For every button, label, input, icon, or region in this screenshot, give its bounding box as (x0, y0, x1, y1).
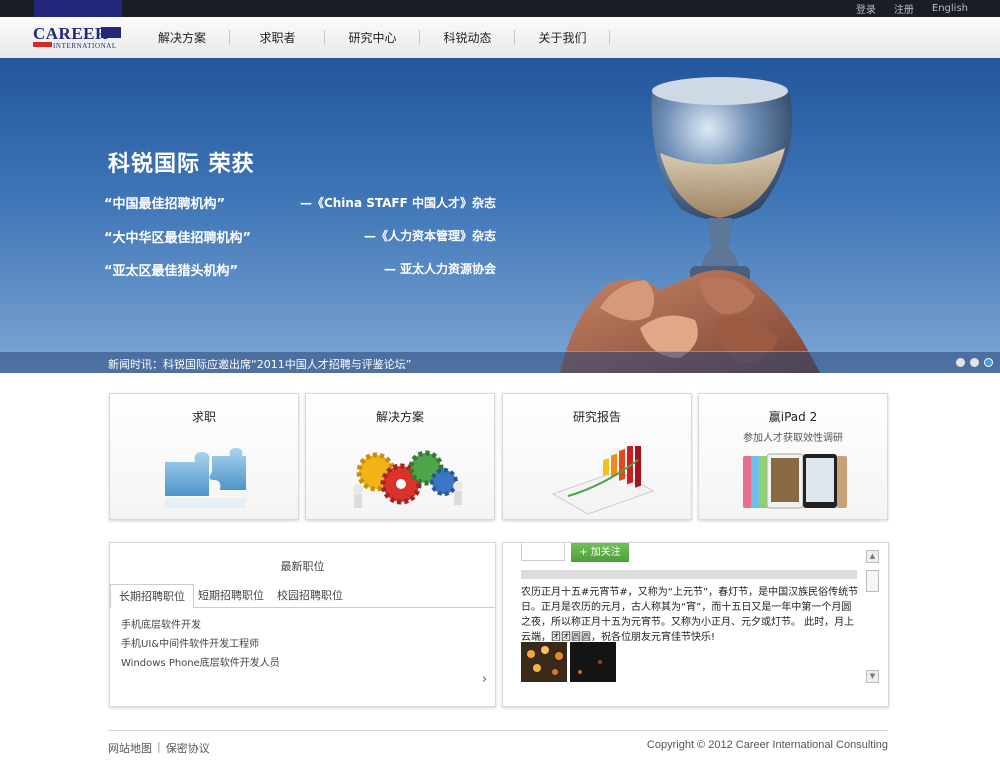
trophy-hands-illustration (560, 77, 820, 373)
gears-icon (353, 450, 463, 508)
nav-item-solutions[interactable]: 解决方案 (134, 17, 230, 58)
job-list-item[interactable]: 手机UI&中间件软件开发工程师 (121, 635, 280, 654)
card-title: 赢iPad 2 (768, 410, 818, 424)
nav-item-about[interactable]: 关于我们 (515, 17, 610, 58)
top-links: 登录 注册 English (856, 0, 968, 17)
award-1: “中国最佳招聘机构” (104, 197, 226, 212)
nav-item-research[interactable]: 研究中心 (325, 17, 420, 58)
scroll-up-icon[interactable]: ▲ (866, 550, 879, 563)
hero-banner[interactable]: 科锐国际 荣获 “中国最佳招聘机构” —《China STAFF 中国人才》杂志… (0, 58, 1000, 373)
slide-indicators (956, 358, 993, 367)
tab-campus[interactable]: 校园招聘职位 (269, 584, 351, 607)
bar-chart-icon (551, 446, 655, 515)
hero-headline: 科锐国际 荣获 (108, 152, 255, 177)
feed-divider (521, 570, 857, 579)
card-subtitle: 参加人才获取效性调研 (743, 433, 843, 444)
lantern-photo-1[interactable] (521, 642, 567, 682)
job-tabs: 长期招聘职位 短期招聘职位 校园招聘职位 (110, 584, 495, 609)
weibo-post-text: 农历正月十五#元宵节#，又称为“上元节”，春灯节，是中国汉族民俗传统节日。正月是… (521, 587, 859, 643)
logo-red-bar (33, 42, 52, 47)
card-job-search[interactable]: 求职 (109, 393, 299, 520)
career-international-logo[interactable]: CAREER INTERNATIONAL (33, 25, 123, 51)
tab-short-term[interactable]: 短期招聘职位 (190, 584, 272, 607)
scroll-down-icon[interactable]: ▼ (866, 670, 879, 683)
slide-dot-3[interactable] (984, 358, 993, 367)
card-win-ipad[interactable]: 赢iPad 2 参加人才获取效性调研 (698, 393, 888, 520)
login-link[interactable]: 登录 (856, 1, 876, 16)
card-solutions[interactable]: 解决方案 (305, 393, 495, 520)
award-2: “大中华区最佳招聘机构” (104, 231, 252, 246)
tab-long-term[interactable]: 长期招聘职位 (110, 584, 194, 609)
more-arrow-icon[interactable]: › (482, 672, 487, 687)
award-2-source: —《人力资本管理》杂志 (363, 229, 496, 243)
footer-separator: | (157, 740, 161, 753)
logo-blue-bar (101, 27, 121, 38)
nav-item-job-seekers[interactable]: 求职者 (230, 17, 325, 58)
slide-dot-2[interactable] (970, 358, 979, 367)
slide-dot-1[interactable] (956, 358, 965, 367)
top-bar: 登录 注册 English (0, 0, 1000, 17)
ipad-icon (743, 453, 847, 509)
brand-color-block (34, 0, 122, 17)
news-ticker-text[interactable]: 新闻时讯：科锐国际应邀出席“2011中国人才招聘与评鉴论坛” (108, 356, 411, 372)
footer-divider (108, 730, 888, 731)
card-research-reports[interactable]: 研究报告 (502, 393, 692, 520)
award-3-source: — 亚太人力资源协会 (383, 262, 496, 276)
main-nav-bar: CAREER INTERNATIONAL 解决方案 求职者 研究中心 科锐动态 … (0, 17, 1000, 59)
job-list-item[interactable]: Windows Phone底层软件开发人员 (121, 654, 280, 673)
weibo-tab[interactable] (521, 543, 565, 561)
scroll-thumb[interactable] (866, 570, 879, 592)
award-1-source: —《China STAFF 中国人才》杂志 (299, 196, 496, 210)
weibo-feed-panel: + 加关注 农历正月十五#元宵节#，又称为“上元节”，春灯节，是中国汉族民俗传统… (502, 542, 889, 707)
english-link[interactable]: English (932, 3, 968, 14)
follow-button[interactable]: + 加关注 (571, 543, 629, 562)
news-ticker: 新闻时讯：科锐国际应邀出席“2011中国人才招聘与评鉴论坛” (0, 351, 1000, 373)
register-link[interactable]: 注册 (894, 1, 914, 16)
lantern-photo-2[interactable] (570, 642, 616, 682)
nav-item-news[interactable]: 科锐动态 (420, 17, 515, 58)
award-3: “亚太区最佳猎头机构” (104, 264, 239, 279)
card-title: 解决方案 (375, 410, 424, 424)
logo-text-international: INTERNATIONAL (53, 42, 117, 50)
panel-title: 最新职位 (280, 560, 325, 573)
puzzle-icon (165, 448, 246, 508)
privacy-link[interactable]: 保密协议 (166, 740, 210, 756)
job-list-item[interactable]: 手机底层软件开发 (121, 616, 280, 635)
job-list: 手机底层软件开发 手机UI&中间件软件开发工程师 Windows Phone底层… (121, 616, 280, 673)
card-title: 求职 (191, 410, 216, 424)
main-nav: 解决方案 求职者 研究中心 科锐动态 关于我们 (134, 17, 610, 58)
feed-scrollbar[interactable]: ▲ ▼ (866, 550, 879, 683)
latest-jobs-panel: 最新职位 长期招聘职位 短期招聘职位 校园招聘职位 手机底层软件开发 手机UI&… (109, 542, 496, 707)
copyright-text: Copyright © 2012 Career International Co… (646, 739, 888, 751)
sitemap-link[interactable]: 网站地图 (108, 740, 152, 756)
card-title: 研究报告 (572, 410, 621, 424)
footer-links: 网站地图 | 保密协议 (108, 740, 210, 756)
